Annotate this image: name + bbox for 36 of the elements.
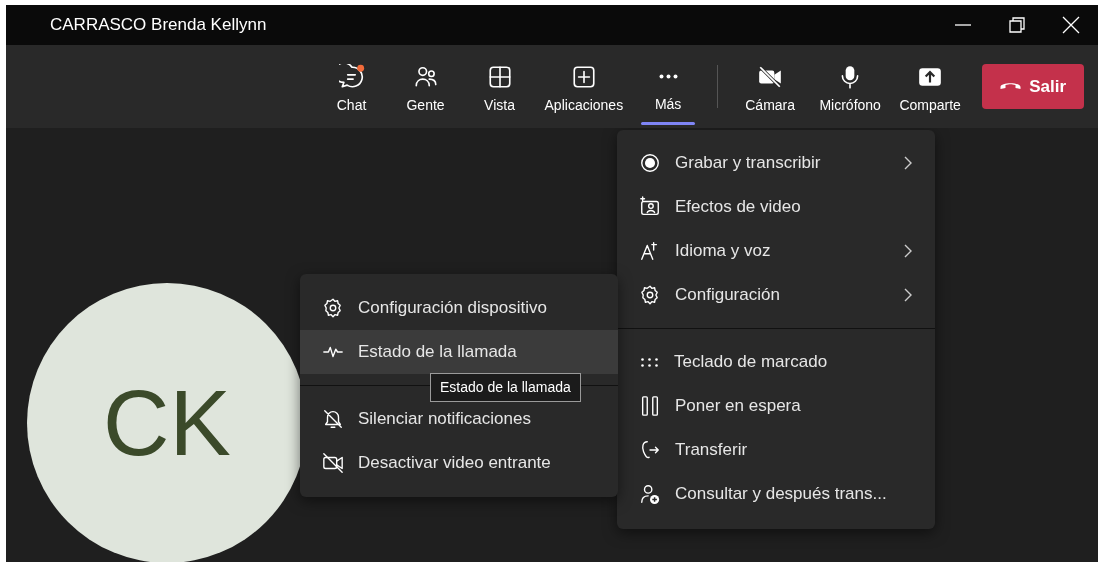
bell-off-icon (322, 408, 344, 430)
menu-item[interactable]: Idioma y voz (617, 229, 935, 273)
menu-item[interactable]: Configuración (617, 273, 935, 317)
toolbar-button[interactable]: Cámara (732, 45, 809, 128)
phone-icon (1000, 83, 1022, 90)
more-icon (658, 74, 678, 79)
menu-item[interactable]: Teclado de marcado (617, 340, 935, 384)
toolbar-button[interactable]: Vista (464, 45, 535, 128)
restore-icon[interactable] (1007, 15, 1027, 35)
person-add-icon (639, 483, 661, 505)
pause-icon (639, 395, 661, 417)
window-title: CARRASCO Brenda Kellynn (50, 14, 267, 37)
tooltip: Estado de la llamada (430, 373, 581, 402)
transfer-icon (639, 439, 661, 461)
toolbar-button[interactable]: Gente (390, 45, 461, 128)
toolbar-button[interactable]: Micrófono (812, 45, 889, 128)
menu-item[interactable]: Poner en espera (617, 384, 935, 428)
toolbar-button[interactable]: Comparte (892, 45, 969, 128)
menu-item[interactable]: Transferir (617, 428, 935, 472)
menu-item[interactable]: Grabar y transcribir (617, 141, 935, 185)
menu-item[interactable]: Estado de la llamada (300, 330, 618, 374)
settings-icon (639, 284, 661, 306)
toolbar-button[interactable]: Chat (316, 45, 387, 128)
toolbar-button[interactable]: Aplicaciones (538, 45, 630, 128)
settings-icon (322, 297, 344, 319)
menu-item[interactable]: Consultar y después trans... (617, 472, 935, 516)
record-icon (639, 152, 661, 174)
keypad-icon (641, 357, 658, 367)
close-icon[interactable] (1061, 15, 1081, 35)
menu-item[interactable]: Efectos de video (617, 185, 935, 229)
toolbar-button[interactable]: Más (633, 45, 704, 128)
plus-square-icon (570, 63, 597, 90)
camera-off-icon (322, 452, 344, 474)
leave-button[interactable]: Salir (982, 63, 1084, 110)
grid-icon (486, 63, 513, 90)
video-effects-icon (639, 196, 661, 218)
